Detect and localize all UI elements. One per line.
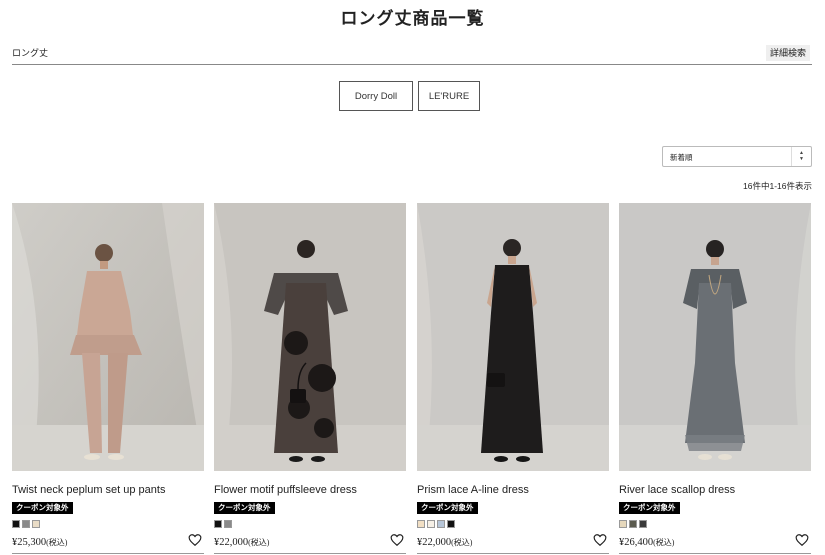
search-keyword[interactable]: ロング丈 — [12, 46, 48, 59]
select-arrows-icon: ▲ ▼ — [791, 147, 811, 166]
color-swatch[interactable] — [417, 520, 425, 528]
card-divider — [214, 553, 406, 554]
product-name[interactable]: Prism lace A-line dress — [417, 484, 529, 496]
color-swatch[interactable] — [629, 520, 637, 528]
card-divider — [417, 553, 609, 554]
product-price: ¥26,400(税込) — [619, 537, 675, 548]
sort-select[interactable]: 新着順 ▲ ▼ — [662, 146, 812, 167]
favorite-heart-icon[interactable] — [390, 533, 404, 547]
product-price: ¥22,000(税込) — [214, 537, 270, 548]
color-swatches — [12, 520, 42, 528]
product-name[interactable]: Flower motif puffsleeve dress — [214, 484, 357, 496]
color-swatch[interactable] — [639, 520, 647, 528]
color-swatch[interactable] — [619, 520, 627, 528]
result-count: 16件中1-16件表示 — [743, 181, 812, 191]
color-swatch[interactable] — [427, 520, 435, 528]
favorite-heart-icon[interactable] — [188, 533, 202, 547]
color-swatch[interactable] — [447, 520, 455, 528]
brand-button-lerure[interactable]: LE'RURE — [418, 81, 480, 111]
product-name[interactable]: River lace scallop dress — [619, 484, 735, 496]
color-swatch[interactable] — [224, 520, 232, 528]
coupon-excluded-badge: クーポン対象外 — [417, 502, 478, 514]
detail-search-button[interactable]: 詳細検索 — [765, 45, 810, 61]
favorite-heart-icon[interactable] — [795, 533, 809, 547]
keyword-search-bar[interactable]: ロング丈 詳細検索 — [12, 44, 812, 65]
product-image[interactable] — [12, 203, 204, 471]
color-swatches — [619, 520, 649, 528]
product-name[interactable]: Twist neck peplum set up pants — [12, 484, 165, 496]
product-price: ¥22,000(税込) — [417, 537, 473, 548]
coupon-excluded-badge: クーポン対象外 — [12, 502, 73, 514]
brand-button-dorry-doll[interactable]: Dorry Doll — [339, 81, 413, 111]
color-swatches — [214, 520, 234, 528]
coupon-excluded-badge: クーポン対象外 — [619, 502, 680, 514]
color-swatch[interactable] — [437, 520, 445, 528]
card-divider — [12, 553, 204, 554]
page-title: ロング丈商品一覧 — [340, 9, 485, 28]
product-image[interactable] — [417, 203, 609, 471]
color-swatch[interactable] — [32, 520, 40, 528]
product-price: ¥25,300(税込) — [12, 537, 68, 548]
color-swatch[interactable] — [214, 520, 222, 528]
coupon-excluded-badge: クーポン対象外 — [214, 502, 275, 514]
color-swatches — [417, 520, 457, 528]
color-swatch[interactable] — [12, 520, 20, 528]
card-divider — [619, 553, 811, 554]
color-swatch[interactable] — [22, 520, 30, 528]
product-image[interactable] — [619, 203, 811, 471]
favorite-heart-icon[interactable] — [593, 533, 607, 547]
sort-selected-value: 新着順 — [670, 153, 693, 162]
product-image[interactable] — [214, 203, 406, 471]
